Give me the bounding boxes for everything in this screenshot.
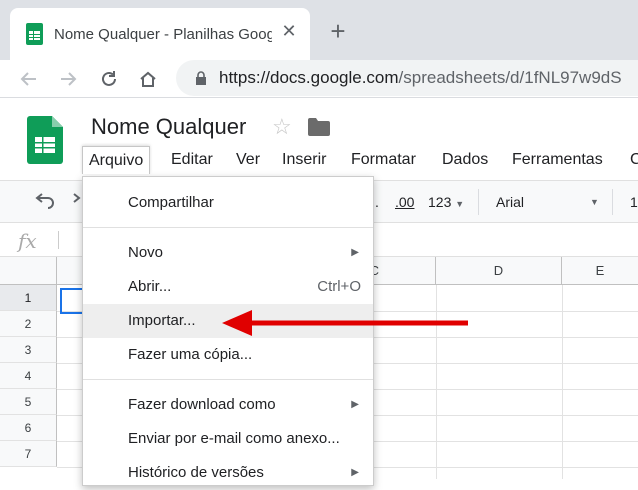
annotation-arrow-icon xyxy=(220,308,470,338)
folder-icon[interactable] xyxy=(308,118,330,136)
submenu-arrow-icon: ▶ xyxy=(351,399,359,410)
selected-cell-a1[interactable] xyxy=(60,288,84,314)
menu-ver[interactable]: Ver xyxy=(236,146,260,174)
url-host: https://docs.google.com xyxy=(219,68,399,87)
browser-tab-strip: Nome Qualquer - Planilhas Goog ✕ + xyxy=(0,0,638,60)
sheets-logo-icon[interactable] xyxy=(27,116,63,164)
menu-ferramentas[interactable]: Ferramentas xyxy=(512,146,603,174)
menu-inserir[interactable]: Inserir xyxy=(282,146,326,174)
address-url: https://docs.google.com/spreadsheets/d/1… xyxy=(219,68,622,88)
open-label: Abrir... xyxy=(128,278,172,295)
menu-dados[interactable]: Dados xyxy=(442,146,488,174)
tab-title: Nome Qualquer - Planilhas Goog xyxy=(54,25,272,43)
home-icon[interactable] xyxy=(135,66,161,92)
star-icon[interactable]: ☆ xyxy=(272,114,292,140)
chevron-down-icon: ▼ xyxy=(455,199,465,209)
forward-icon[interactable] xyxy=(55,66,81,92)
menu-editar[interactable]: Editar xyxy=(171,146,213,174)
menu-item-download[interactable]: Fazer download como ▶ xyxy=(83,388,373,422)
column-header-d[interactable]: D xyxy=(436,257,562,285)
import-label: Importar... xyxy=(128,312,196,329)
submenu-arrow-icon: ▶ xyxy=(351,247,359,258)
sheets-favicon-icon xyxy=(26,23,43,45)
font-size-select[interactable]: 1 xyxy=(630,194,638,210)
font-chevron-down-icon[interactable]: ▼ xyxy=(590,197,599,207)
more-formats-button[interactable]: 123 ▼ xyxy=(428,194,464,210)
formula-divider xyxy=(58,231,59,249)
menu-formatar[interactable]: Formatar xyxy=(351,146,416,174)
share-label: Compartilhar xyxy=(128,194,214,211)
menu-item-make-copy[interactable]: Fazer uma cópia... xyxy=(83,338,373,372)
menu-arquivo[interactable]: Arquivo xyxy=(82,146,151,174)
menu-divider xyxy=(83,379,373,380)
browser-tab[interactable]: Nome Qualquer - Planilhas Goog ✕ xyxy=(10,8,310,60)
redo-icon[interactable] xyxy=(72,193,82,216)
font-family-select[interactable]: Arial xyxy=(496,194,524,210)
row-header-4[interactable]: 4 xyxy=(0,363,57,389)
copy-label: Fazer uma cópia... xyxy=(128,346,253,363)
menu-item-share[interactable]: Compartilhar xyxy=(83,186,373,220)
new-tab-icon[interactable]: + xyxy=(325,18,351,44)
new-label: Novo xyxy=(128,244,164,261)
submenu-arrow-icon: ▶ xyxy=(351,467,359,478)
undo-icon[interactable] xyxy=(34,193,56,216)
row-header-6[interactable]: 6 xyxy=(0,415,57,441)
email-label: Enviar por e-mail como anexo... xyxy=(128,430,340,447)
back-icon[interactable] xyxy=(16,66,42,92)
menu-item-email[interactable]: Enviar por e-mail como anexo... xyxy=(83,422,373,456)
history-label: Histórico de versões xyxy=(128,464,264,481)
tab-close-icon[interactable]: ✕ xyxy=(280,22,298,40)
browser-toolbar: https://docs.google.com/spreadsheets/d/1… xyxy=(0,60,638,98)
menu-item-new[interactable]: Novo ▶ xyxy=(83,236,373,270)
menu-complementos[interactable]: C xyxy=(630,146,638,174)
document-title[interactable]: Nome Qualquer xyxy=(91,114,246,140)
grid-line xyxy=(562,285,563,479)
menu-item-version-history[interactable]: Histórico de versões ▶ xyxy=(83,456,373,490)
toolbar-divider xyxy=(612,189,613,215)
more-formats-label: 123 xyxy=(428,194,452,210)
column-header-e[interactable]: E xyxy=(562,257,638,285)
row-header-3[interactable]: 3 xyxy=(0,337,57,363)
increase-decimal-button[interactable]: .00 xyxy=(395,194,414,210)
url-path: /spreadsheets/d/1fNL97w9dS xyxy=(398,68,622,87)
row-header-5[interactable]: 5 xyxy=(0,389,57,415)
open-shortcut: Ctrl+O xyxy=(317,278,361,295)
fx-icon: fx xyxy=(18,229,37,253)
row-header-2[interactable]: 2 xyxy=(0,311,57,337)
row-header-7[interactable]: 7 xyxy=(0,441,57,467)
decrease-decimal-icon[interactable]: . xyxy=(375,194,379,210)
reload-icon[interactable] xyxy=(96,66,122,92)
toolbar-divider xyxy=(478,189,479,215)
corner-header[interactable] xyxy=(0,257,57,285)
menu-divider xyxy=(83,227,373,228)
address-bar[interactable]: https://docs.google.com/spreadsheets/d/1… xyxy=(176,60,638,96)
download-label: Fazer download como xyxy=(128,396,276,413)
lock-icon xyxy=(194,71,208,85)
menu-item-open[interactable]: Abrir... Ctrl+O xyxy=(83,270,373,304)
row-header-1[interactable]: 1 xyxy=(0,285,57,311)
